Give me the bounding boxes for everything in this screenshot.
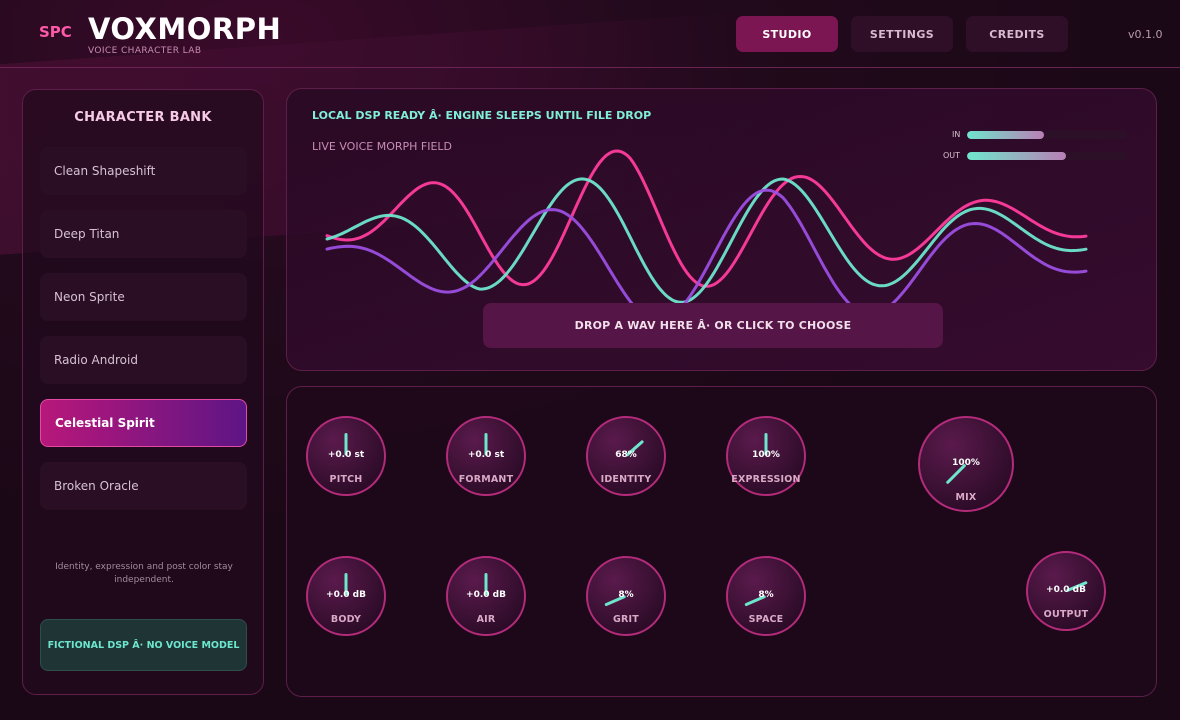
morph-field-panel: LOCAL DSP READY Â· ENGINE SLEEPS UNTIL F… [286, 88, 1157, 371]
sidebar-note: Identity, expression and post color stay… [55, 562, 233, 585]
controls-panel: +0.0 st PITCH +0.0 st FORMANT 68% IDENTITY 100… [286, 386, 1157, 697]
output-meter-label: OUT [943, 151, 961, 160]
mix-knob-label: MIX [955, 492, 977, 503]
preset-radio-android[interactable]: Radio Android [40, 336, 247, 384]
wave-line-teal [325, 177, 1088, 304]
output-knob-value: +0.0 dB [1046, 585, 1086, 595]
app-subtitle: VOICE CHARACTER LAB [88, 46, 202, 56]
identity-knob-label: IDENTITY [600, 474, 652, 485]
expression-knob-label: EXPRESSION [731, 474, 801, 485]
input-meter [967, 131, 1127, 139]
morph-field-label: LIVE VOICE MORPH FIELD [312, 140, 453, 153]
identity-knob-value: 68% [615, 450, 637, 460]
pitch-knob-label: PITCH [329, 474, 363, 485]
preset-broken-oracle[interactable]: Broken Oracle [40, 462, 247, 510]
engine-status: LOCAL DSP READY Â· ENGINE SLEEPS UNTIL F… [312, 109, 652, 122]
grit-knob-value: 8% [618, 590, 634, 600]
air-knob-label: AIR [476, 614, 496, 625]
tab-settings[interactable]: SETTINGS [851, 16, 953, 52]
output-knob-label: OUTPUT [1043, 609, 1089, 620]
app-title: VOXMORPH [88, 12, 282, 46]
body-knob-label: BODY [330, 614, 362, 625]
space-knob-label: SPACE [748, 614, 784, 625]
dsp-badge: FICTIONAL DSP Â· NO VOICE MODEL [40, 619, 247, 671]
grit-knob-label: GRIT [613, 614, 639, 625]
formant-knob-value: +0.0 st [467, 450, 505, 460]
air-knob-value: +0.0 dB [466, 590, 506, 600]
formant-knob-label: FORMANT [458, 474, 514, 485]
mix-knob-value: 100% [952, 458, 980, 468]
output-meter-fill [967, 152, 1067, 160]
preset-neon-sprite[interactable]: Neon Sprite [40, 273, 247, 321]
input-meter-fill [967, 131, 1044, 139]
space-knob-value: 8% [758, 590, 774, 600]
input-meter-label: IN [952, 130, 961, 139]
wav-drop-zone[interactable]: DROP A WAV HERE Â· OR CLICK TO CHOOSE [483, 303, 943, 348]
character-bank-panel: CHARACTER BANK Clean Shapeshift Deep Tit… [22, 89, 264, 695]
output-meter [967, 152, 1127, 160]
brand-tag: SPC [39, 23, 72, 41]
body-knob-value: +0.0 dB [326, 590, 366, 600]
tab-studio[interactable]: STUDIO [736, 16, 838, 52]
preset-deep-titan[interactable]: Deep Titan [40, 210, 247, 258]
pitch-knob-value: +0.0 st [327, 450, 365, 460]
preset-clean-shapeshift[interactable]: Clean Shapeshift [40, 147, 247, 195]
preset-celestial-spirit[interactable]: Celestial Spirit [40, 399, 247, 447]
character-bank-title: CHARACTER BANK [74, 110, 212, 125]
app-header: SPC VOXMORPH VOICE CHARACTER LAB STUDIO … [0, 0, 1180, 68]
version-label: v0.1.0 [1128, 28, 1163, 41]
tab-credits[interactable]: CREDITS [966, 16, 1068, 52]
expression-knob-value: 100% [752, 450, 780, 460]
